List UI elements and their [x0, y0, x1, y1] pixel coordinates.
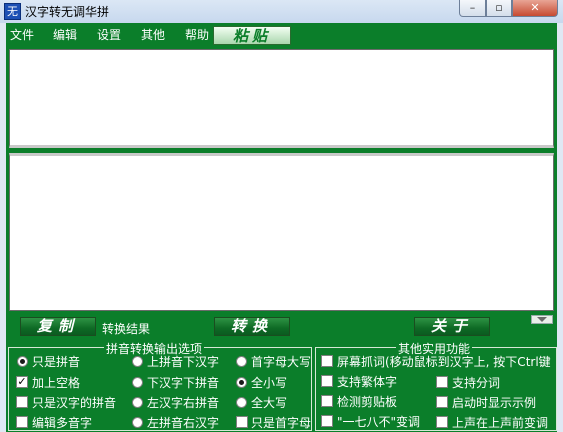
- check-clipboard-monitor-label: 检测剪贴板: [337, 395, 398, 409]
- radio-uppercase[interactable]: [236, 397, 247, 408]
- close-button[interactable]: ✕: [512, 0, 558, 17]
- check-add-space[interactable]: ✓: [16, 376, 28, 388]
- radio-left-pinyin-label: 左拼音右汉字: [147, 416, 220, 430]
- radio-pinyin-below-label: 下汉字下拼音: [147, 376, 220, 390]
- check-screen-capture[interactable]: [321, 355, 333, 367]
- check-show-example[interactable]: [436, 396, 448, 408]
- menu-edit[interactable]: 编辑: [53, 26, 77, 43]
- radio-capitalize-first[interactable]: [236, 356, 247, 367]
- check-initials-only[interactable]: [236, 416, 248, 428]
- check-tone-sandhi-yi-label: "一七八不"变调: [337, 415, 421, 429]
- radio-pinyin-only-label: 只是拼音: [32, 355, 81, 369]
- check-edit-polyphone[interactable]: [16, 416, 28, 428]
- check-initials-only-label: 只是首字母: [251, 416, 312, 430]
- about-button[interactable]: 关于: [414, 317, 490, 336]
- radio-lowercase[interactable]: [236, 377, 247, 388]
- pinyin-output-textarea[interactable]: [9, 153, 554, 311]
- menu-bar: 文件 编辑 设置 其他 帮助 粘贴: [6, 23, 557, 45]
- check-clipboard-monitor[interactable]: [321, 395, 333, 407]
- menu-other[interactable]: 其他: [141, 26, 165, 43]
- title-bar: 无 汉字转无调华拼 – ▫ ✕: [0, 0, 563, 23]
- convert-button[interactable]: 转换: [214, 317, 290, 336]
- check-traditional-label: 支持繁体字: [337, 375, 398, 389]
- menu-file[interactable]: 文件: [10, 26, 34, 43]
- chinese-input-textarea[interactable]: [9, 49, 554, 148]
- radio-pinyin-below[interactable]: [132, 377, 143, 388]
- check-chinese-only[interactable]: [16, 396, 28, 408]
- check-third-tone-sandhi[interactable]: [436, 416, 448, 428]
- radio-left-pinyin[interactable]: [132, 417, 143, 428]
- check-chinese-only-label: 只是汉字的拼音: [32, 396, 117, 410]
- utility-options-group: 其他实用功能 屏幕抓词(移动鼠标到汉字上, 按下Ctrl键 支持繁体字 支持分词…: [315, 340, 557, 431]
- check-tone-sandhi-yi[interactable]: [321, 415, 333, 427]
- radio-pinyin-above-label: 上拼音下汉字: [147, 355, 220, 369]
- paste-button[interactable]: 粘贴: [213, 26, 291, 45]
- output-options-group: 拼音转换输出选项 只是拼音 上拼音下汉字 首字母大写 ✓ 加上空格 下汉字下拼音…: [8, 340, 312, 431]
- radio-pinyin-above[interactable]: [132, 356, 143, 367]
- main-panel: 文件 编辑 设置 其他 帮助 粘贴 复制 转换结果 转换 关于 拼音转换输出选项…: [6, 23, 557, 432]
- result-label: 转换结果: [102, 322, 151, 336]
- radio-uppercase-label: 全大写: [251, 396, 288, 410]
- check-show-example-label: 启动时显示示例: [452, 396, 537, 410]
- check-edit-polyphone-label: 编辑多音字: [32, 416, 93, 430]
- radio-lowercase-label: 全小写: [251, 376, 288, 390]
- menu-settings[interactable]: 设置: [97, 26, 121, 43]
- collapse-toggle-button[interactable]: [531, 315, 553, 324]
- radio-left-hanzi-label: 左汉字右拼音: [147, 396, 220, 410]
- radio-capitalize-first-label: 首字母大写: [251, 355, 312, 369]
- window-title: 汉字转无调华拼: [25, 5, 110, 19]
- maximize-button[interactable]: ▫: [486, 0, 512, 17]
- check-add-space-label: 加上空格: [32, 376, 81, 390]
- check-screen-capture-label: 屏幕抓词(移动鼠标到汉字上, 按下Ctrl键: [337, 355, 551, 369]
- menu-help[interactable]: 帮助: [185, 26, 209, 43]
- check-word-segmentation-label: 支持分词: [452, 376, 501, 390]
- app-icon: 无: [4, 3, 21, 20]
- copy-button[interactable]: 复制: [20, 317, 96, 336]
- minimize-button[interactable]: –: [459, 0, 486, 17]
- radio-pinyin-only[interactable]: [17, 356, 28, 367]
- check-traditional[interactable]: [321, 375, 333, 387]
- radio-left-hanzi[interactable]: [132, 397, 143, 408]
- check-third-tone-sandhi-label: 上声在上声前变调: [452, 416, 549, 430]
- check-word-segmentation[interactable]: [436, 376, 448, 388]
